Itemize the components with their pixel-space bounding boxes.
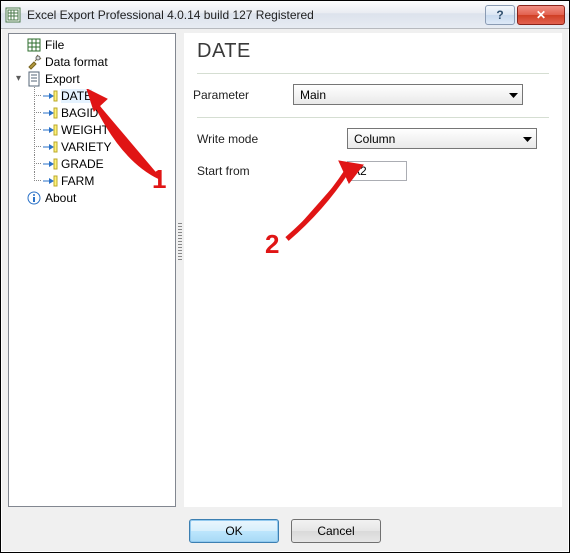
window-title: Excel Export Professional 4.0.14 build 1… bbox=[27, 8, 483, 22]
chevron-down-icon bbox=[523, 132, 532, 146]
write-mode-combo[interactable]: Column bbox=[347, 128, 537, 149]
tree-label-variety: VARIETY bbox=[61, 140, 111, 154]
tree-pane: + File + Data format ▾ Export bbox=[8, 33, 176, 507]
client-area: + File + Data format ▾ Export bbox=[2, 29, 568, 551]
tree-item-weight[interactable]: WEIGHT bbox=[11, 121, 175, 138]
help-icon: ? bbox=[496, 8, 503, 22]
tree-item-export[interactable]: ▾ Export bbox=[11, 70, 175, 87]
parameter-label: Parameter bbox=[193, 88, 293, 102]
tree-label-file: File bbox=[45, 38, 64, 52]
button-bar: OK Cancel bbox=[2, 511, 568, 551]
parameter-combo[interactable]: Main bbox=[293, 84, 523, 105]
tree-label-bagid: BAGID bbox=[61, 106, 98, 120]
tree-label-export: Export bbox=[45, 72, 80, 86]
splitter[interactable] bbox=[178, 33, 182, 507]
ok-button[interactable]: OK bbox=[189, 519, 279, 543]
item-icon bbox=[42, 122, 58, 138]
titlebar: Excel Export Professional 4.0.14 build 1… bbox=[1, 1, 569, 29]
item-icon bbox=[42, 139, 58, 155]
tree-label-about: About bbox=[45, 191, 76, 205]
separator bbox=[197, 117, 549, 118]
ok-label: OK bbox=[225, 524, 242, 538]
tools-icon bbox=[26, 54, 42, 70]
help-button[interactable]: ? bbox=[485, 5, 515, 25]
item-icon bbox=[42, 173, 58, 189]
close-button[interactable]: ✕ bbox=[517, 5, 565, 25]
cancel-button[interactable]: Cancel bbox=[291, 519, 381, 543]
page-icon bbox=[26, 71, 42, 87]
tree-item-grade[interactable]: GRADE bbox=[11, 155, 175, 172]
cancel-label: Cancel bbox=[317, 524, 354, 538]
app-icon bbox=[5, 7, 21, 23]
write-mode-label: Write mode bbox=[197, 132, 347, 146]
tree-label-date: DATE bbox=[61, 89, 92, 103]
tree-item-variety[interactable]: VARIETY bbox=[11, 138, 175, 155]
item-icon bbox=[42, 156, 58, 172]
file-icon bbox=[26, 37, 42, 53]
tree-label-grade: GRADE bbox=[61, 157, 104, 171]
detail-pane: DATE Parameter Main Write mode Column St… bbox=[184, 33, 562, 507]
write-mode-value: Column bbox=[354, 132, 395, 146]
start-from-input[interactable] bbox=[347, 161, 407, 181]
info-icon bbox=[26, 190, 42, 206]
close-icon: ✕ bbox=[536, 8, 546, 22]
tree-item-data-format[interactable]: + Data format bbox=[11, 53, 175, 70]
tree-label-weight: WEIGHT bbox=[61, 123, 109, 137]
tree-label-data-format: Data format bbox=[45, 55, 108, 69]
separator bbox=[197, 73, 549, 74]
page-title: DATE bbox=[197, 40, 549, 63]
parameter-value: Main bbox=[300, 88, 326, 102]
tree-item-about[interactable]: + About bbox=[11, 189, 175, 206]
tree-label-farm: FARM bbox=[61, 174, 94, 188]
expander-icon[interactable]: ▾ bbox=[11, 74, 26, 84]
chevron-down-icon bbox=[509, 88, 518, 102]
tree-item-bagid[interactable]: BAGID bbox=[11, 104, 175, 121]
tree: + File + Data format ▾ Export bbox=[9, 34, 175, 208]
tree-item-date[interactable]: DATE bbox=[11, 87, 175, 104]
item-icon bbox=[42, 105, 58, 121]
start-from-label: Start from bbox=[197, 164, 347, 178]
tree-item-file[interactable]: + File bbox=[11, 36, 175, 53]
tree-item-farm[interactable]: FARM bbox=[11, 172, 175, 189]
item-icon bbox=[42, 88, 58, 104]
